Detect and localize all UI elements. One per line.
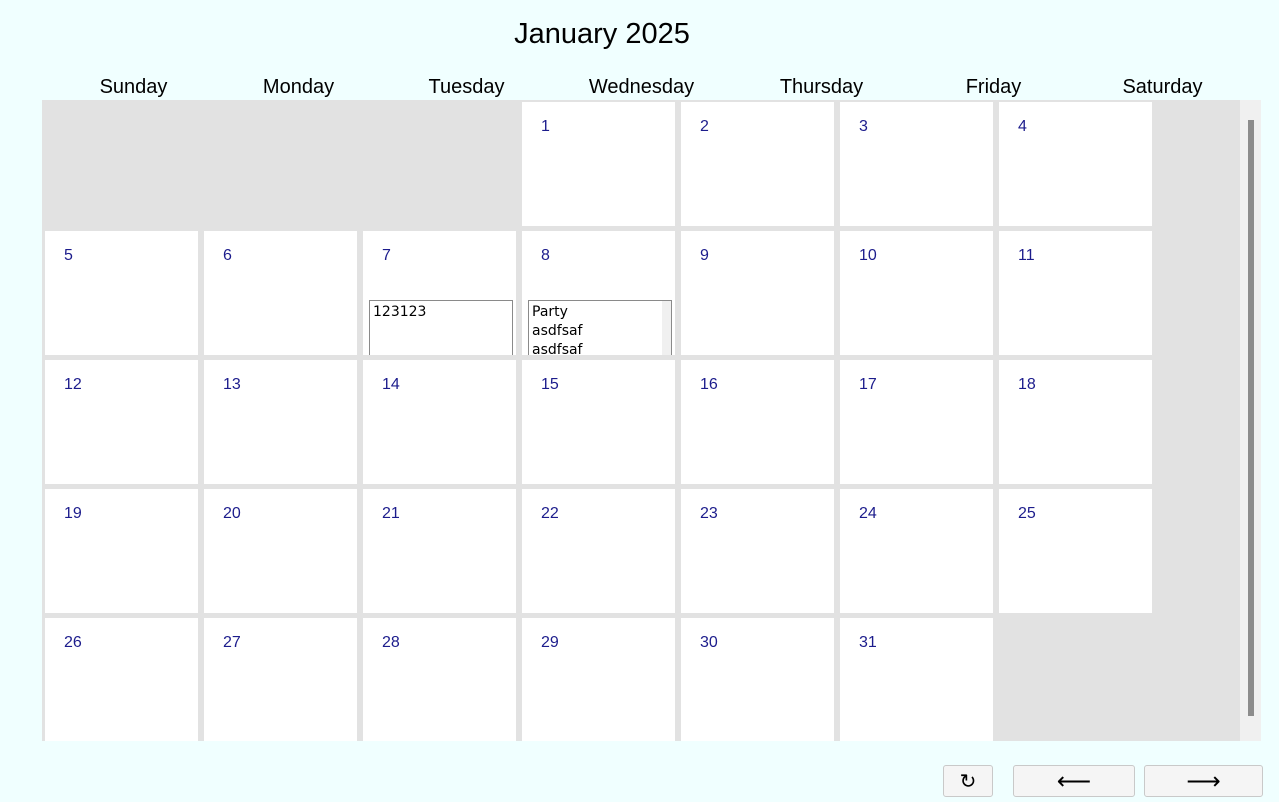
day-cell[interactable]: 2 bbox=[681, 102, 834, 226]
day-number: 10 bbox=[859, 247, 877, 264]
weekday-sunday: Sunday bbox=[99, 76, 168, 98]
event-list[interactable]: Party asdfsaf asdfsaf bbox=[528, 300, 672, 355]
day-number: 20 bbox=[223, 505, 241, 522]
day-cell[interactable]: 8 Party asdfsaf asdfsaf bbox=[522, 231, 675, 355]
day-cell[interactable]: 22 bbox=[522, 489, 675, 613]
day-cell[interactable]: 20 bbox=[204, 489, 357, 613]
weekday-saturday: Saturday bbox=[1122, 76, 1203, 98]
day-cell[interactable]: 14 bbox=[363, 360, 516, 484]
refresh-icon: ↻ bbox=[959, 769, 977, 793]
day-cell[interactable]: 25 bbox=[999, 489, 1152, 613]
day-cell[interactable]: 23 bbox=[681, 489, 834, 613]
event-list[interactable]: 123123 bbox=[369, 300, 513, 355]
day-number: 1 bbox=[541, 118, 550, 135]
day-cell[interactable]: 3 bbox=[840, 102, 993, 226]
day-number: 17 bbox=[859, 376, 877, 393]
day-cell[interactable]: 30 bbox=[681, 618, 834, 741]
day-cell[interactable]: 24 bbox=[840, 489, 993, 613]
weekday-friday: Friday bbox=[965, 76, 1022, 98]
refresh-button[interactable]: ↻ bbox=[943, 765, 993, 797]
day-number: 26 bbox=[64, 634, 82, 651]
event-item[interactable]: asdfsaf bbox=[532, 322, 659, 341]
day-cell[interactable]: 6 bbox=[204, 231, 357, 355]
day-cell[interactable]: 17 bbox=[840, 360, 993, 484]
day-number: 25 bbox=[1018, 505, 1036, 522]
day-cell[interactable]: 31 bbox=[840, 618, 993, 741]
day-number: 21 bbox=[382, 505, 400, 522]
day-cell[interactable]: 21 bbox=[363, 489, 516, 613]
day-number: 8 bbox=[541, 247, 550, 264]
event-item[interactable]: asdfsaf bbox=[532, 341, 659, 355]
day-number: 29 bbox=[541, 634, 559, 651]
day-number: 3 bbox=[859, 118, 868, 135]
day-cell[interactable]: 12 bbox=[45, 360, 198, 484]
day-number: 6 bbox=[223, 247, 232, 264]
event-list-scrollbar[interactable] bbox=[662, 301, 671, 355]
day-cell[interactable]: 10 bbox=[840, 231, 993, 355]
day-cell[interactable]: 4 bbox=[999, 102, 1152, 226]
day-cell[interactable]: 29 bbox=[522, 618, 675, 741]
day-number: 4 bbox=[1018, 118, 1027, 135]
day-cell[interactable]: 13 bbox=[204, 360, 357, 484]
day-number: 24 bbox=[859, 505, 877, 522]
day-number: 7 bbox=[382, 247, 391, 264]
day-cell[interactable]: 15 bbox=[522, 360, 675, 484]
month-title: January 2025 bbox=[514, 18, 690, 50]
calendar-scrollbar-thumb[interactable] bbox=[1248, 120, 1254, 716]
weekday-monday: Monday bbox=[262, 76, 335, 98]
day-number: 13 bbox=[223, 376, 241, 393]
day-cell[interactable]: 1 bbox=[522, 102, 675, 226]
previous-month-button[interactable]: ⟵ bbox=[1013, 765, 1135, 797]
day-cell[interactable]: 28 bbox=[363, 618, 516, 741]
weekday-tuesday: Tuesday bbox=[428, 76, 505, 98]
day-number: 2 bbox=[700, 118, 709, 135]
day-number: 19 bbox=[64, 505, 82, 522]
next-month-button[interactable]: ⟶ bbox=[1144, 765, 1263, 797]
arrow-right-icon: ⟶ bbox=[1186, 767, 1221, 795]
day-cell[interactable]: 18 bbox=[999, 360, 1152, 484]
day-cell[interactable]: 26 bbox=[45, 618, 198, 741]
day-number: 28 bbox=[382, 634, 400, 651]
arrow-left-icon: ⟵ bbox=[1056, 767, 1092, 795]
day-cell[interactable]: 11 bbox=[999, 231, 1152, 355]
day-number: 11 bbox=[1018, 247, 1035, 264]
day-cell[interactable]: 9 bbox=[681, 231, 834, 355]
weekday-thursday: Thursday bbox=[779, 76, 864, 98]
day-cell[interactable]: 27 bbox=[204, 618, 357, 741]
day-number: 30 bbox=[700, 634, 718, 651]
day-cell[interactable]: 19 bbox=[45, 489, 198, 613]
day-number: 12 bbox=[64, 376, 82, 393]
day-number: 22 bbox=[541, 505, 559, 522]
day-number: 18 bbox=[1018, 376, 1036, 393]
day-number: 23 bbox=[700, 505, 718, 522]
weekday-wednesday: Wednesday bbox=[588, 76, 695, 98]
day-number: 31 bbox=[859, 634, 877, 651]
day-number: 15 bbox=[541, 376, 559, 393]
day-number: 9 bbox=[700, 247, 709, 264]
day-number: 27 bbox=[223, 634, 241, 651]
day-number: 5 bbox=[64, 247, 73, 264]
day-cell[interactable]: 7 123123 bbox=[363, 231, 516, 355]
event-item[interactable]: Party bbox=[532, 303, 659, 322]
day-number: 16 bbox=[700, 376, 718, 393]
calendar-grid: 1 2 3 4 5 6 7 123123 8 Party asdfsaf asdfsaf 9 10 11 12… bbox=[42, 100, 1240, 741]
day-cell[interactable]: 5 bbox=[45, 231, 198, 355]
event-item[interactable]: 123123 bbox=[373, 303, 509, 322]
day-number: 14 bbox=[382, 376, 400, 393]
day-cell[interactable]: 16 bbox=[681, 360, 834, 484]
